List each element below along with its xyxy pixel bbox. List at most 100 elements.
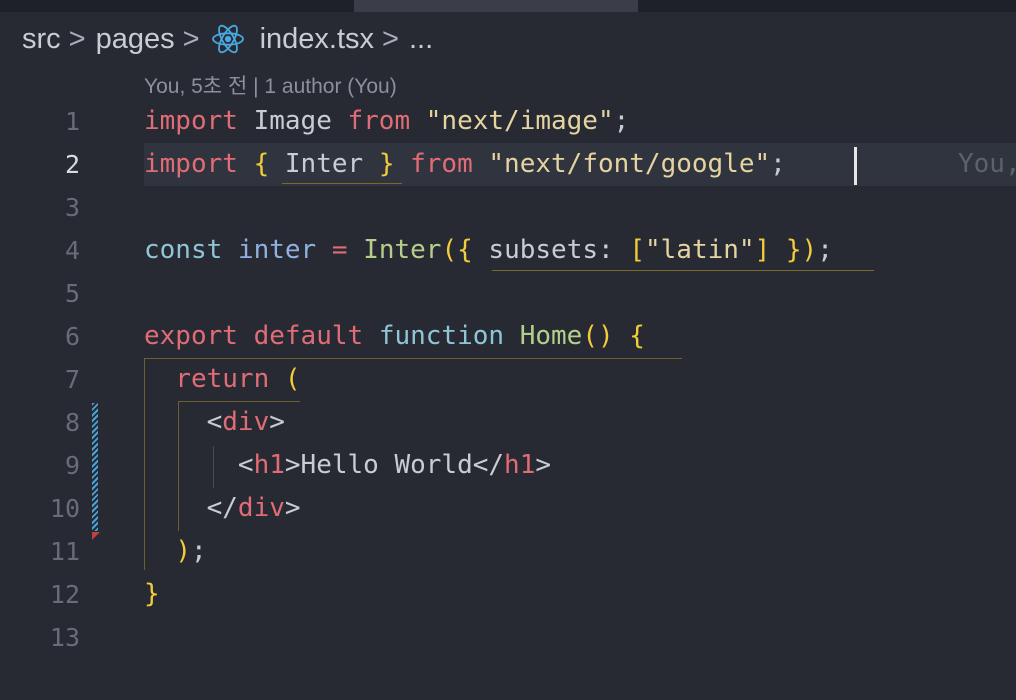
breadcrumb-item-more[interactable]: ...	[409, 23, 433, 56]
text-cursor	[854, 147, 857, 185]
code-token: ;	[817, 235, 833, 265]
line-number[interactable]: 4	[0, 229, 80, 272]
code-token: )	[801, 235, 818, 265]
code-line[interactable]: return (	[144, 358, 301, 401]
code-token: div	[222, 407, 270, 437]
code-token: {	[253, 149, 270, 179]
line-number[interactable]: 5	[0, 272, 80, 315]
line-number[interactable]: 9	[0, 444, 80, 487]
active-tab[interactable]	[354, 0, 638, 12]
code-token: div	[237, 493, 285, 523]
code-token: <	[144, 450, 254, 480]
editor-tab-bar	[0, 0, 1016, 12]
code-token: "next/image"	[410, 106, 614, 136]
code-token: default	[253, 321, 364, 351]
code-token: Hello World	[300, 450, 473, 480]
code-token: return	[175, 364, 270, 394]
breadcrumb-item-file[interactable]: index.tsx	[260, 23, 374, 56]
code-line[interactable]: </div>	[144, 487, 301, 530]
code-token: "next/font/google"	[472, 149, 771, 179]
code-token: import	[144, 149, 238, 179]
code-token: </	[144, 493, 238, 523]
code-token: <	[144, 407, 223, 437]
line-number[interactable]: 2	[0, 143, 80, 186]
code-token: ]	[754, 235, 771, 265]
chevron-right-icon: >	[182, 22, 200, 55]
code-token: subsets:	[472, 235, 630, 265]
code-token: ;	[190, 536, 207, 566]
code-line[interactable]: import Image from "next/image";	[144, 100, 629, 143]
code-token: Inter	[363, 235, 442, 265]
code-token: }	[144, 579, 160, 609]
code-token: h1	[504, 450, 536, 480]
code-token: >	[535, 450, 552, 480]
code-line[interactable]: <div>	[144, 401, 285, 444]
code-token: Inter	[269, 149, 379, 179]
inline-blame-annotation: You,	[958, 149, 1016, 179]
git-blame-codelens[interactable]: You, 5초 전 | 1 author (You)	[144, 70, 397, 100]
code-token: from	[347, 106, 411, 136]
git-deleted-indicator[interactable]	[92, 532, 100, 540]
git-modified-indicator[interactable]	[92, 403, 98, 531]
chevron-right-icon: >	[68, 22, 86, 55]
code-token: </	[472, 450, 505, 480]
code-token: =	[331, 235, 348, 265]
line-number[interactable]: 1	[0, 100, 80, 143]
line-number[interactable]: 6	[0, 315, 80, 358]
line-number[interactable]: 3	[0, 186, 80, 229]
breadcrumb: src > pages > index.tsx > ...	[22, 20, 433, 58]
code-token: ;	[613, 106, 630, 136]
code-token: function	[378, 321, 505, 351]
code-line[interactable]: <h1>Hello World</h1>	[144, 444, 551, 487]
code-token: {	[457, 235, 473, 265]
code-token: from	[410, 149, 473, 179]
code-token: }	[785, 235, 802, 265]
code-token: }	[378, 149, 395, 179]
code-line[interactable]: }	[144, 573, 160, 616]
code-token: >	[284, 493, 301, 523]
code-token: h1	[253, 450, 285, 480]
code-token: (	[441, 235, 458, 265]
code-token: import	[144, 106, 238, 136]
line-number[interactable]: 13	[0, 616, 80, 659]
line-number[interactable]: 8	[0, 401, 80, 444]
line-number[interactable]: 10	[0, 487, 80, 530]
breadcrumb-item-src[interactable]: src	[22, 23, 61, 56]
code-token: const	[144, 235, 223, 265]
code-token: [	[629, 235, 645, 265]
code-token: (	[284, 364, 301, 394]
code-token: export	[144, 321, 238, 351]
line-number[interactable]: 11	[0, 530, 80, 573]
code-token: {	[629, 321, 645, 351]
code-line[interactable]: import { Inter } from "next/font/google"…	[144, 143, 786, 186]
code-token: ;	[770, 149, 786, 179]
code-line[interactable]: export default function Home() {	[144, 315, 645, 358]
code-token: inter	[237, 235, 317, 265]
chevron-right-icon: >	[382, 22, 399, 55]
code-line[interactable]: const inter = Inter({ subsets: ["latin"]…	[144, 229, 833, 272]
line-number[interactable]: 12	[0, 573, 80, 616]
code-token: )	[175, 536, 191, 566]
code-token: >	[269, 407, 285, 437]
code-token: Home	[519, 321, 583, 351]
react-icon	[210, 21, 246, 57]
code-token: ()	[582, 321, 614, 351]
code-line[interactable]: );	[144, 530, 207, 573]
line-number[interactable]: 7	[0, 358, 80, 401]
breadcrumb-item-pages[interactable]: pages	[96, 23, 175, 56]
code-token: >	[284, 450, 301, 480]
code-token: "latin"	[644, 235, 755, 265]
